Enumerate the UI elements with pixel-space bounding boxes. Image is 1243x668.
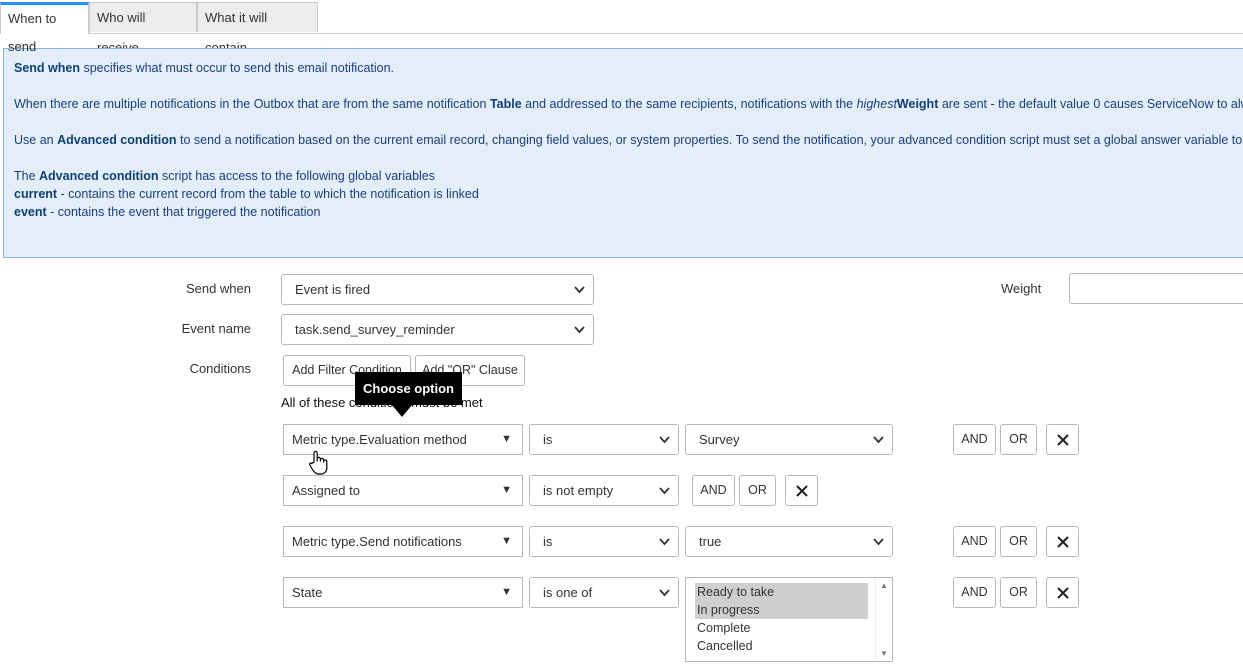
close-icon [1057, 434, 1069, 446]
triangle-down-icon: ▼ [501, 535, 512, 547]
state-multiselect-list[interactable]: Ready to take In progress Complete Cance… [685, 577, 893, 662]
triangle-down-icon: ▼ [501, 484, 512, 496]
or-button[interactable]: OR [739, 475, 776, 506]
chevron-down-icon [873, 425, 884, 466]
chevron-down-icon [659, 527, 670, 568]
condition-field-select[interactable]: Metric type.Send notifications ▼ [283, 526, 523, 557]
weight-input[interactable] [1069, 273, 1243, 304]
info-line-2: When there are multiple notifications in… [14, 97, 1243, 111]
and-button[interactable]: AND [953, 577, 996, 608]
list-scrollbar[interactable]: ▲ ▼ [875, 578, 892, 661]
remove-condition-button[interactable] [1046, 526, 1079, 557]
and-button[interactable]: AND [953, 526, 996, 557]
and-button[interactable]: AND [692, 475, 735, 506]
weight-label: Weight [1001, 281, 1042, 296]
info-panel: Send when specifies what must occur to s… [3, 48, 1243, 258]
chevron-down-icon [659, 476, 670, 517]
chevron-down-icon [574, 315, 585, 356]
or-button[interactable]: OR [1000, 526, 1037, 557]
close-icon [1057, 536, 1069, 548]
scroll-up-arrow-icon[interactable]: ▲ [880, 581, 888, 590]
info-line-1: Send when specifies what must occur to s… [14, 61, 395, 75]
chevron-down-icon [659, 578, 670, 619]
send-when-label: Send when [185, 281, 251, 296]
choose-option-tooltip: Choose option [355, 372, 462, 417]
triangle-down-icon: ▼ [501, 433, 512, 445]
chevron-down-icon [873, 527, 884, 568]
or-button[interactable]: OR [1000, 424, 1037, 455]
conditions-label: Conditions [189, 361, 251, 376]
event-name-select[interactable]: task.send_survey_reminder [281, 314, 594, 345]
info-line-5: current - contains the current record fr… [14, 187, 479, 201]
close-icon [1057, 587, 1069, 599]
info-line-3: Use an Advanced condition to send a noti… [14, 133, 1243, 147]
condition-operator-select[interactable]: is not empty [529, 475, 679, 506]
condition-field-select[interactable]: State ▼ [283, 577, 523, 608]
or-button[interactable]: OR [1000, 577, 1037, 608]
remove-condition-button[interactable] [1046, 577, 1079, 608]
triangle-down-icon: ▼ [501, 586, 512, 598]
list-option[interactable]: Complete [695, 619, 868, 637]
and-button[interactable]: AND [953, 424, 996, 455]
remove-condition-button[interactable] [785, 475, 818, 506]
remove-condition-button[interactable] [1046, 424, 1079, 455]
close-icon [796, 485, 808, 497]
list-option[interactable]: In progress [695, 601, 868, 619]
condition-operator-select[interactable]: is [529, 424, 679, 455]
condition-operator-select[interactable]: is one of [529, 577, 679, 608]
chevron-down-icon [659, 425, 670, 466]
info-line-4: The Advanced condition script has access… [14, 169, 436, 183]
condition-field-select[interactable]: Assigned to ▼ [283, 475, 523, 506]
list-option[interactable]: Ready to take [695, 583, 868, 601]
condition-operator-select[interactable]: is [529, 526, 679, 557]
tab-bar: When to send Who will receive What it wi… [0, 0, 1243, 55]
send-when-select[interactable]: Event is fired [281, 274, 594, 305]
list-option[interactable]: Cancelled [695, 637, 868, 655]
chevron-down-icon [574, 275, 585, 316]
condition-value-select[interactable]: Survey [685, 424, 893, 455]
tab-when-to-send[interactable]: When to send [0, 2, 89, 54]
info-line-6: event - contains the event that triggere… [14, 205, 321, 219]
condition-value-select[interactable]: true [685, 526, 893, 557]
scroll-down-arrow-icon[interactable]: ▼ [880, 649, 888, 658]
tab-who-will-receive[interactable]: Who will receive [89, 2, 197, 55]
hand-pointer-icon [308, 450, 330, 479]
tab-what-it-will-contain[interactable]: What it will contain [197, 2, 318, 55]
event-name-label: Event name [181, 321, 251, 336]
